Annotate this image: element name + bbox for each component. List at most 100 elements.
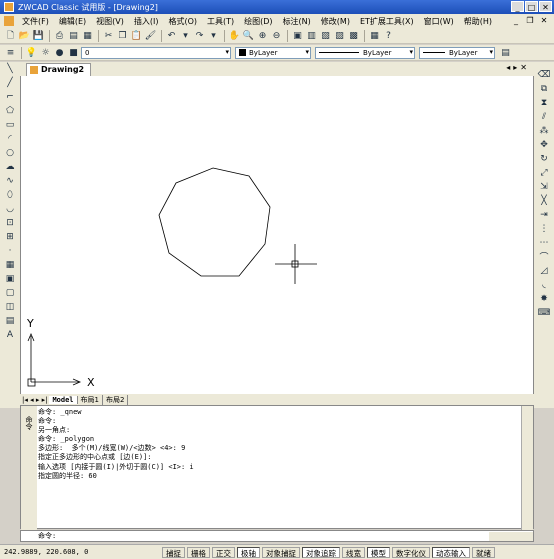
model-toggle[interactable]: 模型	[367, 546, 390, 558]
zoom-previous-icon[interactable]: ⊖	[270, 29, 283, 42]
point-icon[interactable]: ·	[4, 244, 17, 257]
color-select[interactable]: ByLayer ▾	[235, 46, 311, 59]
gradient-icon[interactable]: ▣	[4, 272, 17, 285]
doc-minimize-button[interactable]: _	[510, 15, 522, 26]
circle-icon[interactable]: ○	[4, 146, 17, 159]
ellipse-icon[interactable]: ⬯	[4, 188, 17, 201]
rotate-icon[interactable]: ↻	[538, 152, 551, 165]
tab-model[interactable]: Model	[49, 395, 78, 404]
save-icon[interactable]: 💾	[32, 29, 45, 42]
spline-icon[interactable]: ∿	[4, 174, 17, 187]
document-tab[interactable]: Drawing2	[26, 63, 92, 76]
chamfer-icon[interactable]: ◿	[538, 264, 551, 277]
tab-layout2[interactable]: 布局2	[103, 394, 129, 405]
new-icon[interactable]: 🗋	[4, 29, 17, 42]
cut-icon[interactable]: ✂	[102, 29, 115, 42]
open-icon[interactable]: 📂	[18, 29, 31, 42]
menu-edit[interactable]: 编辑(E)	[59, 16, 86, 27]
hatch-icon[interactable]: ▦	[4, 258, 17, 271]
digitizer-toggle[interactable]: 数字化仪	[392, 546, 430, 558]
menu-draw[interactable]: 绘图(D)	[244, 16, 272, 27]
break-icon[interactable]: ⋯	[538, 236, 551, 249]
offset-icon[interactable]: ⫽	[538, 110, 551, 123]
doc-restore-button[interactable]: ❐	[524, 15, 536, 26]
paste-icon[interactable]: 📋	[130, 29, 143, 42]
fillet-icon[interactable]: ◟	[538, 278, 551, 291]
dynamic-input-toggle[interactable]: 动态输入	[432, 546, 470, 558]
layer-on-icon[interactable]: 💡	[25, 46, 38, 59]
maximize-button[interactable]: □	[525, 1, 538, 12]
plot-style-icon[interactable]: ▤	[499, 46, 512, 59]
tool-palettes-icon[interactable]: ▧	[319, 29, 332, 42]
layer-freeze-icon[interactable]: ☼	[39, 46, 52, 59]
drawing-canvas[interactable]: Y X	[20, 76, 534, 394]
polar-toggle[interactable]: 极轴	[237, 546, 260, 558]
construction-line-icon[interactable]: ╱	[4, 76, 17, 89]
layout-nav-arrows[interactable]: |◂ ◂ ▸ ▸|	[22, 396, 47, 404]
array-icon[interactable]: ⁂	[538, 124, 551, 137]
layer-manager-icon[interactable]: ≡	[4, 46, 17, 59]
arc-icon[interactable]: ◜	[4, 132, 17, 145]
command-hscrollbar[interactable]	[489, 532, 533, 541]
command-input[interactable]: 命令:	[20, 530, 534, 542]
document-system-icon[interactable]	[4, 16, 14, 26]
help-icon[interactable]: ?	[382, 29, 395, 42]
menu-tools[interactable]: 工具(T)	[207, 16, 234, 27]
rectangle-icon[interactable]: ▭	[4, 118, 17, 131]
redo-icon[interactable]: ↷	[193, 29, 206, 42]
otrack-toggle[interactable]: 对象追踪	[302, 546, 340, 558]
polyline-icon[interactable]: ⌐	[4, 90, 17, 103]
wipeout-icon[interactable]: ◫	[4, 300, 17, 313]
layer-lock-icon[interactable]: ●	[53, 46, 66, 59]
menu-help[interactable]: 帮助(H)	[464, 16, 492, 27]
insert-block-icon[interactable]: ⊡	[4, 216, 17, 229]
preview-icon[interactable]: ▤	[67, 29, 80, 42]
lineweight-select[interactable]: ByLayer ▾	[419, 46, 495, 59]
join-icon[interactable]: ⌒	[538, 250, 551, 263]
markup-icon[interactable]: ▩	[347, 29, 360, 42]
match-properties-icon[interactable]: 🖌	[144, 29, 157, 42]
calculator-icon[interactable]: ▦	[368, 29, 381, 42]
menu-file[interactable]: 文件(F)	[22, 16, 49, 27]
make-block-icon[interactable]: ⊞	[4, 230, 17, 243]
menu-window[interactable]: 窗口(W)	[424, 16, 454, 27]
menu-dimension[interactable]: 标注(N)	[283, 16, 311, 27]
close-button[interactable]: ✕	[539, 1, 552, 12]
menu-insert[interactable]: 插入(I)	[134, 16, 159, 27]
scale-icon[interactable]: ⤢	[538, 166, 551, 179]
tab-nav-arrows[interactable]: ◂▸✕	[506, 63, 530, 72]
region-icon[interactable]: ▢	[4, 286, 17, 299]
pan-icon[interactable]: ✋	[228, 29, 241, 42]
line-icon[interactable]: ╲	[4, 62, 17, 75]
zoom-realtime-icon[interactable]: 🔍	[242, 29, 255, 42]
nonagon-shape[interactable]	[158, 167, 271, 277]
menu-format[interactable]: 格式(O)	[168, 16, 197, 27]
lineweight-toggle[interactable]: 线宽	[342, 546, 365, 558]
layer-color-icon[interactable]: ■	[67, 46, 80, 59]
stretch-icon[interactable]: ⇲	[538, 180, 551, 193]
undo-dropdown-icon[interactable]: ▾	[179, 29, 192, 42]
ellipse-arc-icon[interactable]: ◡	[4, 202, 17, 215]
print-icon[interactable]: ⎙	[53, 29, 66, 42]
menu-modify[interactable]: 修改(M)	[321, 16, 350, 27]
polygon-icon[interactable]: ⬠	[4, 104, 17, 117]
menu-et-tools[interactable]: ET扩展工具(X)	[360, 16, 414, 27]
minimize-button[interactable]: _	[511, 1, 524, 12]
redo-dropdown-icon[interactable]: ▾	[207, 29, 220, 42]
dynamic-input-icon[interactable]: ⌨	[538, 306, 551, 319]
layer-select[interactable]: 0 ▾	[81, 46, 231, 59]
linetype-select[interactable]: ByLayer ▾	[315, 46, 415, 59]
design-center-icon[interactable]: ▥	[305, 29, 318, 42]
revision-cloud-icon[interactable]: ☁	[4, 160, 17, 173]
properties-icon[interactable]: ▣	[291, 29, 304, 42]
extend-icon[interactable]: ⇥	[538, 208, 551, 221]
snap-toggle[interactable]: 捕捉	[162, 546, 185, 558]
undo-icon[interactable]: ↶	[165, 29, 178, 42]
sheet-set-icon[interactable]: ▨	[333, 29, 346, 42]
command-scrollbar[interactable]	[521, 406, 533, 530]
copy-icon[interactable]: ❐	[116, 29, 129, 42]
table-icon[interactable]: ▤	[4, 314, 17, 327]
break-at-point-icon[interactable]: ⋮	[538, 222, 551, 235]
menu-view[interactable]: 视图(V)	[96, 16, 124, 27]
publish-icon[interactable]: ▦	[81, 29, 94, 42]
